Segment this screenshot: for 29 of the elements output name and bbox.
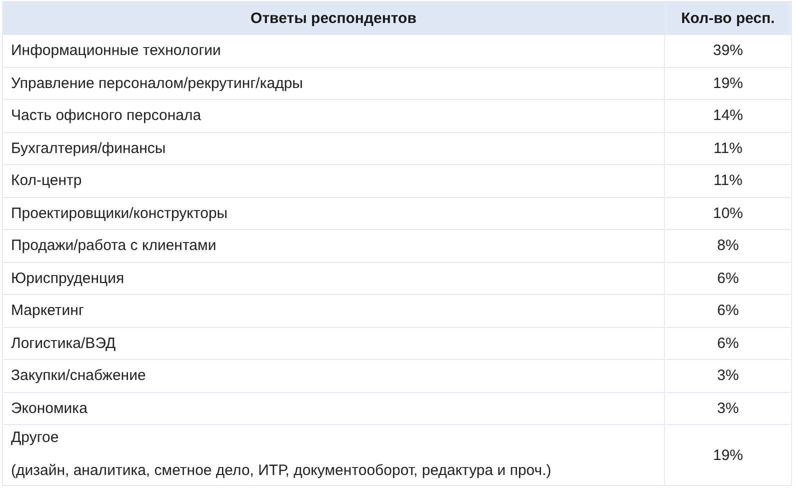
table-cell: 19% — [664, 67, 792, 100]
column-header: Ответы респондентов — [2, 2, 664, 34]
table-cell: Юриспруденция — [2, 262, 664, 294]
table-cell: Кол-центр — [2, 164, 664, 197]
table-cell: Управление персоналом/рекрутинг/кадры — [2, 67, 664, 100]
table-cell: Проектировщики/конструкторы — [2, 197, 664, 230]
table-cell: Бухгалтерия/финансы — [2, 132, 664, 164]
table-cell: Закупки/снабжение — [2, 360, 664, 392]
answer-text: Другое — [11, 429, 60, 446]
table-cell: Логистика/ВЭД — [2, 327, 664, 360]
table-cell: 11% — [664, 132, 792, 164]
table-cell: Экономика — [2, 392, 664, 424]
table-cell: Продажи/работа с клиентами — [2, 230, 664, 262]
table-cell: Часть офисного персонала — [2, 100, 664, 132]
table-cell: 3% — [664, 360, 792, 392]
table-cell: 14% — [664, 100, 792, 132]
table-cell: Информационные технологии — [2, 34, 664, 67]
table-cell: Маркетинг — [2, 294, 664, 327]
table-cell: 3% — [664, 392, 792, 424]
table-cell: 39% — [664, 34, 792, 67]
table-cell: 11% — [664, 164, 792, 197]
table-cell: 6% — [664, 327, 792, 360]
table-cell: 10% — [664, 197, 792, 230]
table-cell: 6% — [664, 262, 792, 294]
table-cell: 19% — [664, 424, 792, 486]
answer-note: (дизайн, аналитика, сметное дело, ИТР, документооборот, редактура и проч.) — [11, 462, 552, 479]
table-cell: 8% — [664, 230, 792, 262]
table-cell: 6% — [664, 294, 792, 327]
column-header: Кол-во респ. — [664, 2, 792, 34]
